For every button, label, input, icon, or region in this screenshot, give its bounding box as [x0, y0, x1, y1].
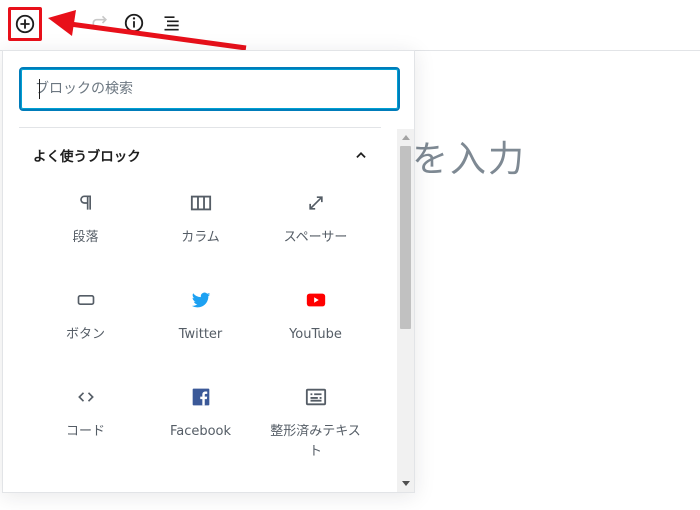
block-item-code[interactable]: コード [28, 375, 143, 465]
block-label: 整形済みテキスト [270, 424, 361, 459]
resize-icon [304, 191, 328, 215]
block-item-columns[interactable]: カラム [143, 181, 258, 271]
block-item-spacer[interactable]: スペーサー [258, 181, 373, 271]
block-label: Twitter [178, 327, 223, 342]
inserter-scrollbar[interactable] [397, 129, 414, 492]
scroll-up-arrow-icon[interactable] [397, 129, 414, 145]
block-search [19, 67, 400, 111]
block-label: YouTube [289, 327, 342, 342]
block-inserter-popover: よく使うブロック 段落 カラム スペーサー [2, 50, 415, 493]
panel-title: よく使うブロック [33, 149, 141, 165]
divider [19, 127, 381, 128]
youtube-icon [304, 288, 328, 312]
block-label: スペーサー [283, 230, 348, 245]
post-title-placeholder: を入力 [412, 139, 527, 180]
block-item-paragraph[interactable]: 段落 [28, 181, 143, 271]
scroll-down-arrow-icon[interactable] [397, 476, 414, 492]
block-search-input[interactable] [19, 67, 400, 111]
block-item-twitter[interactable]: Twitter [143, 278, 258, 368]
twitter-icon [189, 288, 213, 312]
block-label: ボタン [65, 327, 105, 342]
block-label: コード [65, 424, 105, 439]
block-item-facebook[interactable]: Facebook [143, 375, 258, 465]
code-icon [74, 385, 98, 409]
scroll-thumb[interactable] [400, 146, 411, 329]
block-item-youtube[interactable]: YouTube [258, 278, 373, 368]
text-caret [39, 79, 40, 99]
facebook-icon [189, 385, 213, 409]
block-item-button[interactable]: ボタン [28, 278, 143, 368]
block-item-preformatted[interactable]: 整形済みテキスト [258, 375, 373, 465]
paragraph-icon [74, 191, 98, 215]
columns-icon [189, 191, 213, 215]
block-label: 段落 [72, 230, 99, 245]
most-used-panel-header[interactable]: よく使うブロック [19, 139, 381, 171]
chevron-up-icon[interactable] [351, 145, 371, 165]
preformatted-icon [304, 385, 328, 409]
block-label: Facebook [169, 424, 232, 439]
button-icon [74, 288, 98, 312]
block-label: カラム [181, 230, 220, 245]
